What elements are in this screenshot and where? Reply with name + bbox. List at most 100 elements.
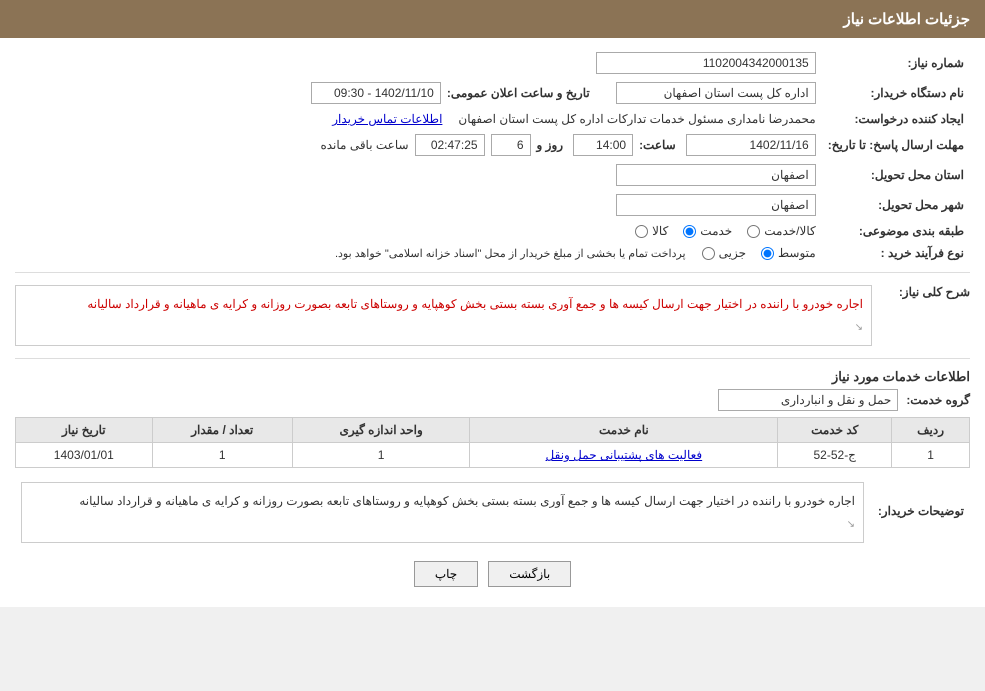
reply-deadline-flex: 1402/11/16 ساعت: 14:00 روز و 6 02:47:25 …	[21, 134, 816, 156]
reply-days-label: روز و	[537, 138, 564, 152]
need-number-label: شماره نیاز:	[822, 48, 970, 78]
purchase-type-cell: متوسط جزیی پرداخت تمام یا بخشی از مبلغ خ…	[15, 242, 822, 264]
purchase-type-medium[interactable]: متوسط	[761, 246, 816, 260]
category-radio-group: کالا/خدمت خدمت کالا	[21, 224, 816, 238]
service-group-value: حمل و نقل و انبارداری	[718, 389, 898, 411]
creator-link[interactable]: اطلاعات تماس خریدار	[332, 112, 442, 126]
col-date: تاریخ نیاز	[16, 418, 153, 443]
announce-date-value: 1402/11/10 - 09:30	[311, 82, 441, 104]
need-desc-box: اجاره خودرو با راننده در اختیار جهت ارسا…	[15, 285, 872, 346]
buyer-resize-handle: ↘	[847, 519, 855, 530]
province-row: استان محل تحویل: اصفهان	[15, 160, 970, 190]
purchase-type-small[interactable]: جزیی	[702, 246, 746, 260]
col-quantity: تعداد / مقدار	[152, 418, 292, 443]
org-date-flex: اداره کل پست استان اصفهان تاریخ و ساعت ا…	[21, 82, 816, 104]
need-number-input: 1102004342000135	[596, 52, 816, 74]
purchase-medium-radio[interactable]	[761, 247, 774, 260]
page-container: جزئیات اطلاعات نیاز شماره نیاز: 11020043…	[0, 0, 985, 607]
buyer-desc-table: توضیحات خریدار: اجاره خودرو با راننده در…	[15, 474, 970, 547]
main-info-table: شماره نیاز: 1102004342000135 نام دستگاه …	[15, 48, 970, 264]
col-service-name: نام خدمت	[470, 418, 778, 443]
cell-service-name[interactable]: فعالیت های پشتیبانی حمل ونقل	[470, 443, 778, 468]
buyer-desc-label: توضیحات خریدار:	[870, 474, 970, 547]
reply-time-value: 14:00	[573, 134, 633, 156]
purchase-type-label: نوع فرآیند خرید :	[822, 242, 970, 264]
reply-days-value: 6	[491, 134, 531, 156]
resize-handle: ↘	[855, 322, 863, 333]
purchase-type-radio-group: متوسط جزیی	[702, 246, 816, 260]
col-row-num: ردیف	[892, 418, 970, 443]
need-number-value: 1102004342000135	[15, 48, 822, 78]
org-date-row: نام دستگاه خریدار: اداره کل پست استان اص…	[15, 78, 970, 108]
table-body: 1 ج-52-52 فعالیت های پشتیبانی حمل ونقل 1…	[16, 443, 970, 468]
cell-service-code: ج-52-52	[778, 443, 892, 468]
reply-remaining-label: ساعت باقی مانده	[320, 138, 408, 152]
col-service-code: کد خدمت	[778, 418, 892, 443]
page-title: جزئیات اطلاعات نیاز	[844, 11, 971, 28]
table-header-row: ردیف کد خدمت نام خدمت واحد اندازه گیری ت…	[16, 418, 970, 443]
purchase-type-row: نوع فرآیند خرید : متوسط جزیی	[15, 242, 970, 264]
org-name-cell: اداره کل پست استان اصفهان تاریخ و ساعت ا…	[15, 78, 822, 108]
city-row: شهر محل تحویل: اصفهان	[15, 190, 970, 220]
category-khedmat-label: خدمت	[700, 224, 732, 238]
province-value: اصفهان	[616, 164, 816, 186]
reply-deadline-label: مهلت ارسال پاسخ: تا تاریخ:	[822, 130, 970, 160]
purchase-medium-label: متوسط	[778, 246, 816, 260]
reply-deadline-cell: 1402/11/16 ساعت: 14:00 روز و 6 02:47:25 …	[15, 130, 822, 160]
org-name-label: نام دستگاه خریدار:	[822, 78, 970, 108]
need-desc-text: اجاره خودرو با راننده در اختیار جهت ارسا…	[87, 297, 863, 311]
category-option-kala[interactable]: کالا	[635, 224, 668, 238]
category-kala-label: کالا	[652, 224, 668, 238]
creator-row: ایجاد کننده درخواست: محمدرضا نامداری مسئ…	[15, 108, 970, 130]
services-table: ردیف کد خدمت نام خدمت واحد اندازه گیری ت…	[15, 417, 970, 468]
buyer-desc-cell: اجاره خودرو با راننده در اختیار جهت ارسا…	[15, 474, 870, 547]
reply-remaining-value: 02:47:25	[415, 134, 485, 156]
buttons-row: چاپ بازگشت	[15, 561, 970, 587]
category-kala-khedmat-radio[interactable]	[747, 225, 760, 238]
page-header: جزئیات اطلاعات نیاز	[0, 0, 985, 38]
back-button[interactable]: بازگشت	[488, 561, 571, 587]
category-row: طبقه بندی موضوعی: کالا/خدمت خدمت کالا	[15, 220, 970, 242]
cell-unit: 1	[292, 443, 470, 468]
service-info-title: اطلاعات خدمات مورد نیاز	[15, 369, 970, 385]
purchase-small-radio[interactable]	[702, 247, 715, 260]
divider-2	[15, 358, 970, 359]
purchase-type-note: پرداخت تمام یا بخشی از مبلغ خریدار از مح…	[335, 247, 686, 260]
service-group-row: گروه خدمت: حمل و نقل و انبارداری	[15, 389, 970, 411]
purchase-type-flex: متوسط جزیی پرداخت تمام یا بخشی از مبلغ خ…	[21, 246, 816, 260]
buyer-desc-row: توضیحات خریدار: اجاره خودرو با راننده در…	[15, 474, 970, 547]
creator-cell: محمدرضا نامداری مسئول خدمات تدارکات ادار…	[15, 108, 822, 130]
cell-row-num: 1	[892, 443, 970, 468]
buyer-desc-text: اجاره خودرو با راننده در اختیار جهت ارسا…	[79, 494, 855, 508]
divider-1	[15, 272, 970, 273]
announce-date-label: تاریخ و ساعت اعلان عمومی:	[447, 86, 590, 100]
city-cell: اصفهان	[15, 190, 822, 220]
category-option-kala-khedmat[interactable]: کالا/خدمت	[747, 224, 815, 238]
reply-time-label: ساعت:	[639, 138, 676, 152]
print-button[interactable]: چاپ	[414, 561, 478, 587]
category-label: طبقه بندی موضوعی:	[822, 220, 970, 242]
category-kala-khedmat-label: کالا/خدمت	[764, 224, 815, 238]
org-name-value: اداره کل پست استان اصفهان	[616, 82, 816, 104]
cell-date: 1403/01/01	[16, 443, 153, 468]
reply-deadline-row: مهلت ارسال پاسخ: تا تاریخ: 1402/11/16 سا…	[15, 130, 970, 160]
need-number-row: شماره نیاز: 1102004342000135	[15, 48, 970, 78]
content-area: شماره نیاز: 1102004342000135 نام دستگاه …	[0, 38, 985, 607]
category-option-khedmat[interactable]: خدمت	[683, 224, 732, 238]
category-cell: کالا/خدمت خدمت کالا	[15, 220, 822, 242]
category-khedmat-radio[interactable]	[683, 225, 696, 238]
creator-label: ایجاد کننده درخواست:	[822, 108, 970, 130]
cell-quantity: 1	[152, 443, 292, 468]
category-kala-radio[interactable]	[635, 225, 648, 238]
reply-date-value: 1402/11/16	[686, 134, 816, 156]
province-label: استان محل تحویل:	[822, 160, 970, 190]
purchase-small-label: جزیی	[719, 246, 746, 260]
table-row: 1 ج-52-52 فعالیت های پشتیبانی حمل ونقل 1…	[16, 443, 970, 468]
province-cell: اصفهان	[15, 160, 822, 190]
col-unit: واحد اندازه گیری	[292, 418, 470, 443]
service-group-label: گروه خدمت:	[906, 393, 970, 407]
buyer-desc-box: اجاره خودرو با راننده در اختیار جهت ارسا…	[21, 482, 864, 543]
city-label: شهر محل تحویل:	[822, 190, 970, 220]
table-head: ردیف کد خدمت نام خدمت واحد اندازه گیری ت…	[16, 418, 970, 443]
creator-flex: محمدرضا نامداری مسئول خدمات تدارکات ادار…	[21, 112, 816, 126]
